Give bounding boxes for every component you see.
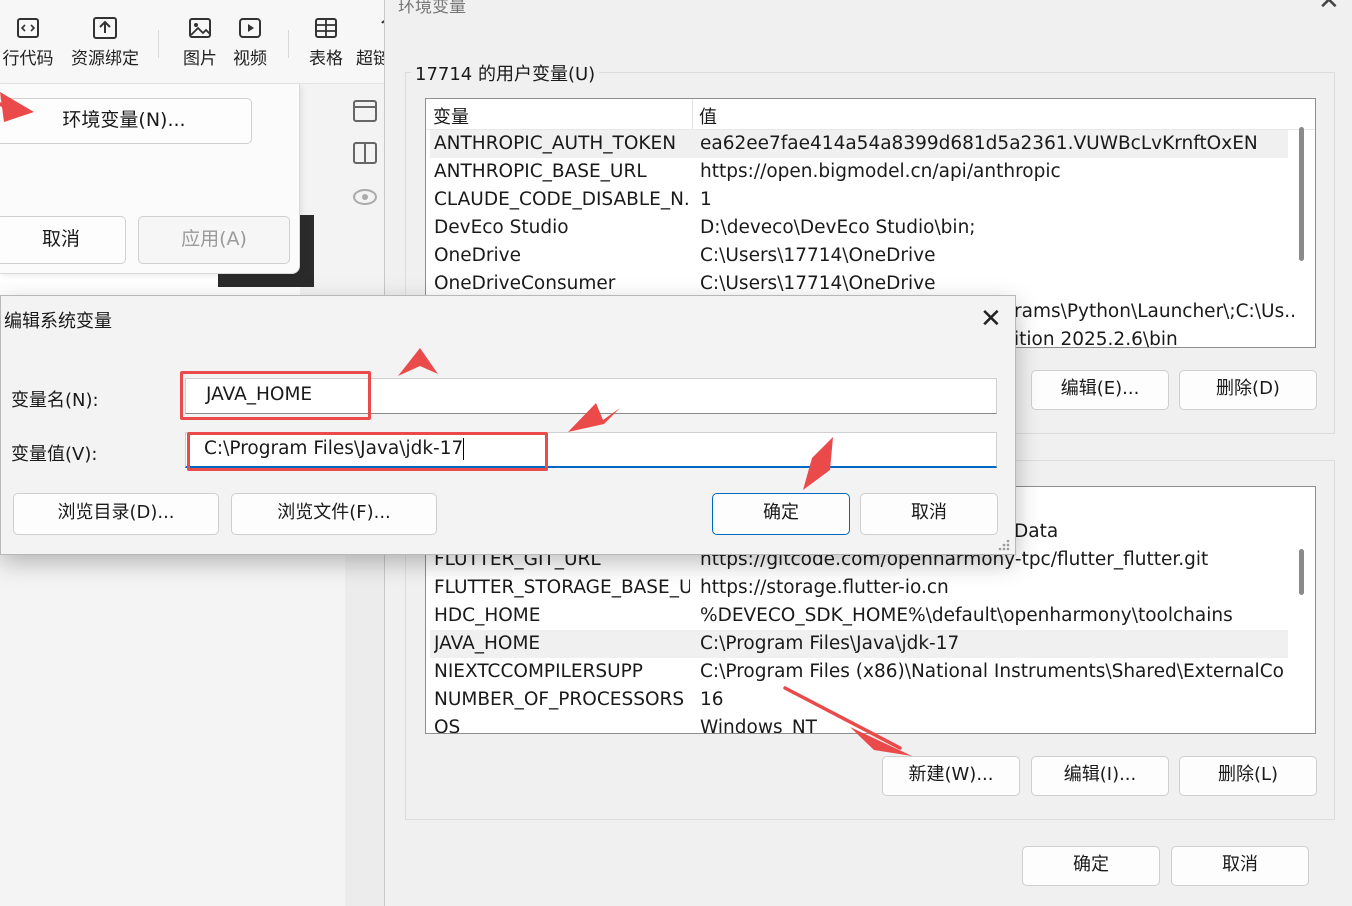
annotation-arrow [398, 348, 438, 376]
annotation-arrow [803, 437, 833, 490]
annotation-arrows [0, 92, 912, 756]
annotation-arrow [850, 727, 912, 756]
annotation-arrow [568, 403, 620, 432]
annotation-arrow [783, 686, 902, 750]
